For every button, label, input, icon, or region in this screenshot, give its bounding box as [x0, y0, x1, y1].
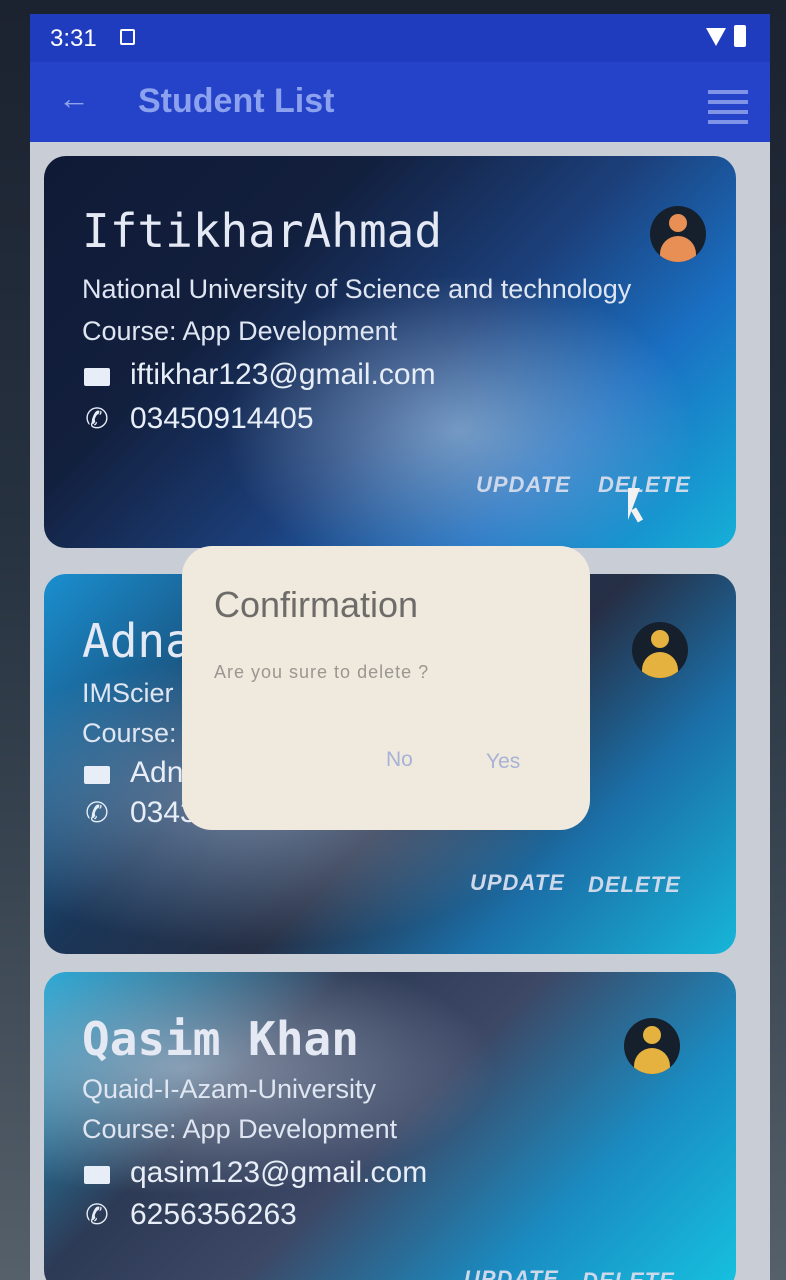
- dialog-message: Are you sure to delete ?: [214, 662, 430, 682]
- dialog-no-button[interactable]: No: [386, 748, 413, 772]
- phone-screen: 3:31 ← Student List IftikharAhmad Nation…: [30, 14, 770, 1280]
- dialog-title: Confirmation: [214, 584, 419, 625]
- confirmation-dialog: Confirmation Are you sure to delete ? No…: [182, 546, 590, 830]
- dialog-yes-button[interactable]: Yes: [486, 750, 520, 774]
